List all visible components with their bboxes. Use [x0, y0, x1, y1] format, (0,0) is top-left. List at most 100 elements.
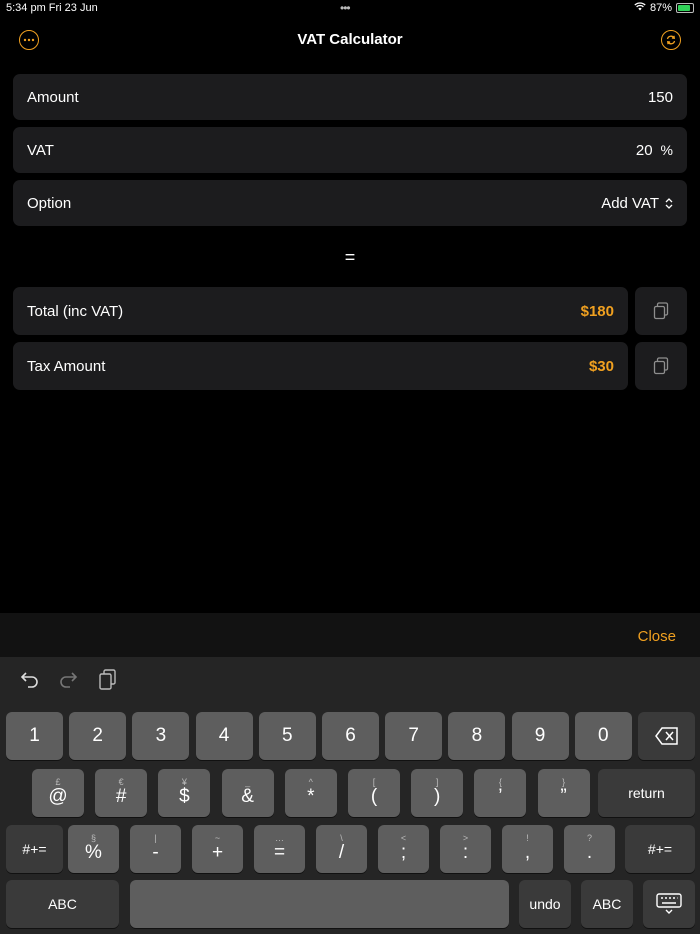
tax-row: Tax Amount $30 — [13, 342, 628, 390]
abc-key-left[interactable]: ABC — [6, 880, 119, 928]
equals-sign: = — [344, 247, 356, 267]
key-label: % — [85, 842, 102, 863]
copy-tax-button[interactable] — [635, 342, 687, 390]
key-label: ABC — [592, 896, 622, 912]
key-symbol[interactable]: {’ — [474, 769, 527, 817]
key-symbol[interactable]: >: — [440, 825, 491, 873]
page-title: VAT Calculator — [297, 31, 403, 48]
key-symbol[interactable]: ¥ $ — [158, 769, 211, 817]
key-symbol[interactable]: € # — [95, 769, 148, 817]
reset-button[interactable] — [661, 30, 681, 50]
key-symbol[interactable]: }” — [537, 769, 590, 817]
battery-percent: 87% — [649, 2, 672, 14]
key-symbol[interactable]: \ / — [316, 825, 367, 873]
dismiss-keyboard-key[interactable] — [643, 880, 695, 928]
close-keyboard-button[interactable]: Close — [638, 628, 676, 645]
key-symbol[interactable]: <; — [378, 825, 429, 873]
key-label: return — [628, 785, 665, 801]
multitask-dots[interactable]: ••• — [340, 1, 351, 15]
amount-field[interactable]: 150 — [648, 89, 673, 106]
total-value: $180 — [580, 302, 614, 320]
key-label: ; — [400, 842, 407, 863]
status-right: 87% — [634, 2, 694, 14]
key-symbol[interactable]: !, — [502, 825, 553, 873]
key-label: 4 — [218, 725, 230, 746]
key-1[interactable]: 1 — [6, 712, 63, 760]
key-label: 6 — [345, 725, 356, 746]
key-label: * — [307, 786, 315, 807]
tax-label: Tax Amount — [27, 357, 106, 375]
option-select[interactable]: Add VAT — [601, 195, 673, 212]
more-symbols-key-left[interactable]: #+= — [6, 825, 63, 873]
key-symbol[interactable]: §% — [68, 825, 119, 873]
key-label: 9 — [534, 725, 546, 746]
key-label: $ — [179, 786, 190, 807]
total-row: Total (inc VAT) $180 — [13, 287, 628, 335]
key-label: & — [241, 786, 254, 807]
option-row[interactable]: Option Add VAT — [13, 180, 687, 226]
redo-icon[interactable] — [58, 669, 78, 695]
vat-row[interactable]: VAT 20 % — [13, 127, 687, 173]
option-value: Add VAT — [601, 194, 659, 212]
key-9[interactable]: 9 — [511, 712, 569, 760]
key-label: , — [524, 842, 531, 863]
key-8[interactable]: 8 — [448, 712, 506, 760]
key-label: ABC — [48, 896, 77, 912]
paste-icon[interactable] — [98, 669, 118, 697]
return-key[interactable]: return — [598, 769, 695, 817]
key-4[interactable]: 4 — [195, 712, 253, 760]
key-symbol[interactable]: ]) — [411, 769, 464, 817]
key-label: : — [462, 842, 469, 863]
vat-label: VAT — [27, 141, 54, 159]
key-6[interactable]: 6 — [322, 712, 379, 760]
key-label: 7 — [408, 725, 419, 746]
wifi-icon — [634, 2, 646, 14]
key-symbol[interactable]: … = — [254, 825, 305, 873]
key-5[interactable]: 5 — [258, 712, 316, 760]
chevron-updown-icon — [665, 197, 673, 209]
abc-key-right[interactable]: ABC — [581, 880, 633, 928]
total-label: Total (inc VAT) — [27, 302, 124, 320]
status-time: 5:34 pm Fri 23 Jun — [6, 2, 98, 14]
copy-icon — [653, 302, 669, 320]
key-label: - — [152, 842, 159, 863]
amount-label: Amount — [27, 88, 79, 106]
key-3[interactable]: 3 — [132, 712, 190, 760]
key-symbol[interactable]: _ & — [221, 769, 274, 817]
key-symbol[interactable]: ~ + — [192, 825, 243, 873]
more-symbols-key-right[interactable]: #+= — [625, 825, 695, 873]
key-7[interactable]: 7 — [385, 712, 443, 760]
key-label: 8 — [471, 725, 483, 746]
space-bar[interactable] — [130, 880, 509, 928]
vat-unit: % — [660, 142, 673, 158]
copy-total-button[interactable] — [635, 287, 687, 335]
undo-key[interactable]: undo — [519, 880, 571, 928]
key-symbol[interactable]: £ @ — [32, 769, 84, 817]
key-2[interactable]: 2 — [69, 712, 127, 760]
key-symbol[interactable]: ?. — [564, 825, 615, 873]
vat-field[interactable]: 20 — [636, 142, 653, 159]
undo-icon[interactable] — [20, 669, 40, 695]
key-label: undo — [529, 896, 561, 912]
key-label: #+= — [22, 841, 47, 857]
key-symbol[interactable]: | - — [130, 825, 181, 873]
key-0[interactable]: 0 — [574, 712, 632, 760]
key-label: 3 — [155, 725, 167, 746]
key-label: ’ — [498, 786, 503, 807]
key-label: / — [338, 842, 345, 863]
key-symbol[interactable]: [( — [348, 769, 400, 817]
key-label: 2 — [92, 725, 103, 746]
key-label: 0 — [598, 725, 609, 746]
option-label: Option — [27, 194, 72, 212]
keyboard-accessory-bar — [0, 613, 700, 657]
key-symbol[interactable]: ^ * — [284, 769, 337, 817]
battery-icon — [676, 3, 694, 13]
key-label: ” — [560, 786, 567, 807]
key-label: # — [115, 786, 127, 807]
key-label: ) — [434, 786, 441, 807]
key-label: #+= — [647, 841, 673, 857]
copy-icon — [653, 357, 669, 375]
amount-row[interactable]: Amount 150 — [13, 74, 687, 120]
key-label: ( — [370, 786, 378, 807]
delete-key[interactable] — [638, 712, 695, 760]
